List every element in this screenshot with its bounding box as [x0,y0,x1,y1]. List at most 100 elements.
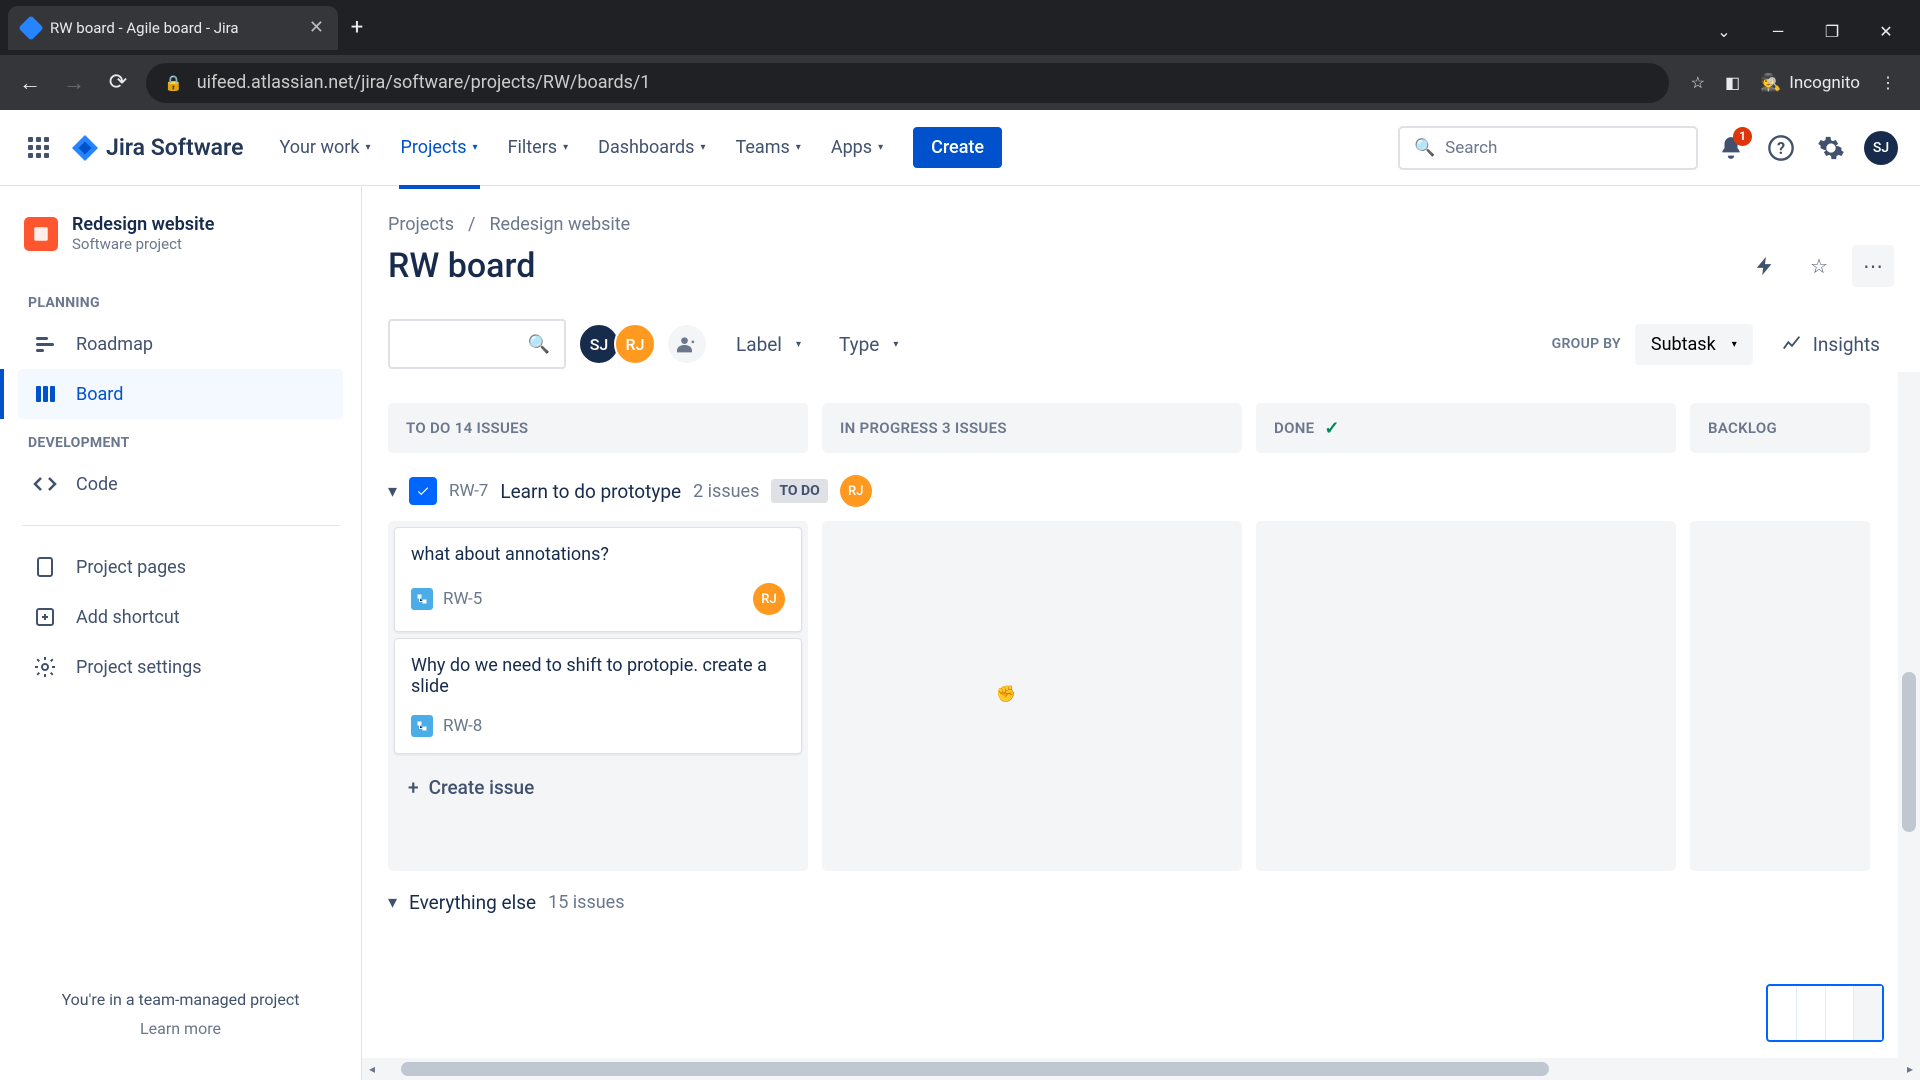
browser-toolbar: ← → ⟳ 🔒 uifeed.atlassian.net/jira/softwa… [0,55,1920,110]
vertical-scrollbar[interactable] [1898,372,1920,1058]
more-actions-icon[interactable]: ⋯ [1852,245,1894,287]
reload-button[interactable]: ⟳ [102,67,134,99]
horizontal-scrollbar[interactable]: ◂ ▸ [362,1058,1920,1080]
bookmark-star-icon[interactable]: ☆ [1691,73,1705,92]
status-lozenge[interactable]: TO DO [771,479,827,503]
collapse-toggle-icon[interactable]: ▾ [388,892,397,913]
swimlane-issue-key[interactable]: RW-7 [449,481,488,501]
minimize-button[interactable]: — [1766,22,1790,41]
task-type-icon [409,477,437,505]
scroll-right-arrow[interactable]: ▸ [1900,1062,1920,1076]
issue-card[interactable]: what about annotations? RW-5 RJ [394,527,802,632]
search-icon: 🔍 [1414,138,1435,158]
section-planning-label: PLANNING [18,287,343,319]
incognito-label: Incognito [1789,73,1860,93]
nav-projects[interactable]: Projects▾ [391,129,488,166]
sidebar-item-roadmap[interactable]: Roadmap [18,319,343,369]
close-window-button[interactable]: ✕ [1874,22,1898,41]
sidebar-item-label: Roadmap [76,334,153,355]
add-shortcut-icon [32,604,58,630]
chevron-down-icon[interactable]: ⌄ [1712,22,1736,41]
swimlane-header-everything-else[interactable]: ▾ Everything else 15 issues [388,891,1894,914]
create-issue-button[interactable]: + Create issue [394,760,802,815]
swimlane-column-done[interactable] [1256,521,1676,871]
forward-button: → [58,67,90,99]
card-issue-key[interactable]: RW-5 [443,589,482,609]
close-tab-icon[interactable]: ✕ [309,17,324,38]
project-type: Software project [72,235,214,253]
scroll-left-arrow[interactable]: ◂ [362,1062,382,1076]
card-issue-key[interactable]: RW-8 [443,716,482,736]
nav-apps[interactable]: Apps▾ [821,129,893,166]
learn-more-link[interactable]: Learn more [32,1019,329,1038]
issue-card[interactable]: Why do we need to shift to protopie. cre… [394,638,802,754]
nav-your-work[interactable]: Your work▾ [269,129,380,166]
sidebar-footer-text: You're in a team-managed project [32,990,329,1009]
avatar-rj[interactable]: RJ [614,323,656,365]
extensions-icon[interactable]: ◧ [1725,73,1740,92]
settings-gear-icon[interactable] [1814,131,1848,165]
create-button[interactable]: Create [913,127,1002,168]
gear-icon [32,654,58,680]
label-filter[interactable]: Label▾ [726,325,811,364]
collapse-toggle-icon[interactable]: ▾ [388,481,397,502]
swimlane-title: Learn to do prototype [500,480,681,503]
scrollbar-thumb[interactable] [401,1062,1549,1076]
column-header-in-progress[interactable]: IN PROGRESS 3 ISSUES [822,403,1242,453]
swimlane-issue-count: 15 issues [548,892,624,913]
star-icon[interactable]: ☆ [1798,245,1840,287]
nav-dashboards[interactable]: Dashboards▾ [588,129,715,166]
column-header-done[interactable]: DONE✓ [1256,403,1676,453]
sidebar-item-board[interactable]: Board [18,369,343,419]
add-people-icon[interactable] [666,323,708,365]
back-button[interactable]: ← [14,67,46,99]
app-switcher-icon[interactable] [22,132,54,164]
search-icon: 🔍 [528,334,550,355]
group-by-dropdown[interactable]: Subtask▾ [1635,324,1753,365]
global-search-input[interactable]: 🔍 Search [1398,126,1698,170]
sidebar-item-label: Board [76,384,123,405]
swimlane-header[interactable]: ▾ RW-7 Learn to do prototype 2 issues TO… [388,475,1894,507]
card-assignee-avatar[interactable]: RJ [753,583,785,615]
browser-tab-active[interactable]: RW board - Agile board - Jira ✕ [8,6,338,50]
plus-icon: + [408,776,419,799]
browser-menu-icon[interactable]: ⋮ [1880,73,1896,92]
scrollbar-thumb[interactable] [1902,672,1916,832]
help-icon[interactable]: ? [1764,131,1798,165]
swimlane-column-in-progress[interactable] [822,521,1242,871]
chevron-down-icon: ▾ [878,142,883,153]
address-bar[interactable]: 🔒 uifeed.atlassian.net/jira/software/pro… [146,63,1669,103]
breadcrumb-projects[interactable]: Projects [388,214,454,235]
swimlane-assignee-avatar[interactable]: RJ [840,475,872,507]
jira-logo[interactable]: Jira Software [72,134,243,161]
sidebar-item-add-shortcut[interactable]: Add shortcut [18,592,343,642]
breadcrumb-project[interactable]: Redesign website [489,214,630,235]
new-tab-button[interactable]: + [338,15,376,40]
project-header[interactable]: Redesign website Software project [18,214,343,253]
sidebar-item-project-pages[interactable]: Project pages [18,542,343,592]
sidebar-item-project-settings[interactable]: Project settings [18,642,343,692]
board-search-input[interactable]: 🔍 [388,319,566,369]
notifications-icon[interactable]: 1 [1714,131,1748,165]
search-placeholder: Search [1445,138,1497,158]
automation-icon[interactable] [1744,245,1786,287]
nav-teams[interactable]: Teams▾ [726,129,811,166]
insights-button[interactable]: Insights [1767,323,1894,366]
chevron-down-icon: ▾ [366,142,371,153]
lock-icon: 🔒 [164,74,183,92]
subtask-type-icon [411,715,433,737]
maximize-button[interactable]: ❐ [1820,22,1844,41]
jira-top-nav: Jira Software Your work▾ Projects▾ Filte… [0,110,1920,186]
column-header-backlog[interactable]: BACKLOG [1690,403,1870,453]
column-header-todo[interactable]: TO DO 14 ISSUES [388,403,808,453]
type-filter[interactable]: Type▾ [829,325,908,364]
swimlane-column-todo[interactable]: what about annotations? RW-5 RJ Why do w… [388,521,808,871]
sidebar-item-code[interactable]: Code [18,459,343,509]
user-avatar[interactable]: SJ [1864,131,1898,165]
sidebar-item-label: Project settings [76,657,202,678]
swimlane-column-backlog[interactable] [1690,521,1870,871]
board-minimap[interactable] [1766,984,1884,1042]
board-title: RW board [388,246,535,286]
breadcrumb-separator: / [468,214,475,235]
nav-filters[interactable]: Filters▾ [498,129,579,166]
